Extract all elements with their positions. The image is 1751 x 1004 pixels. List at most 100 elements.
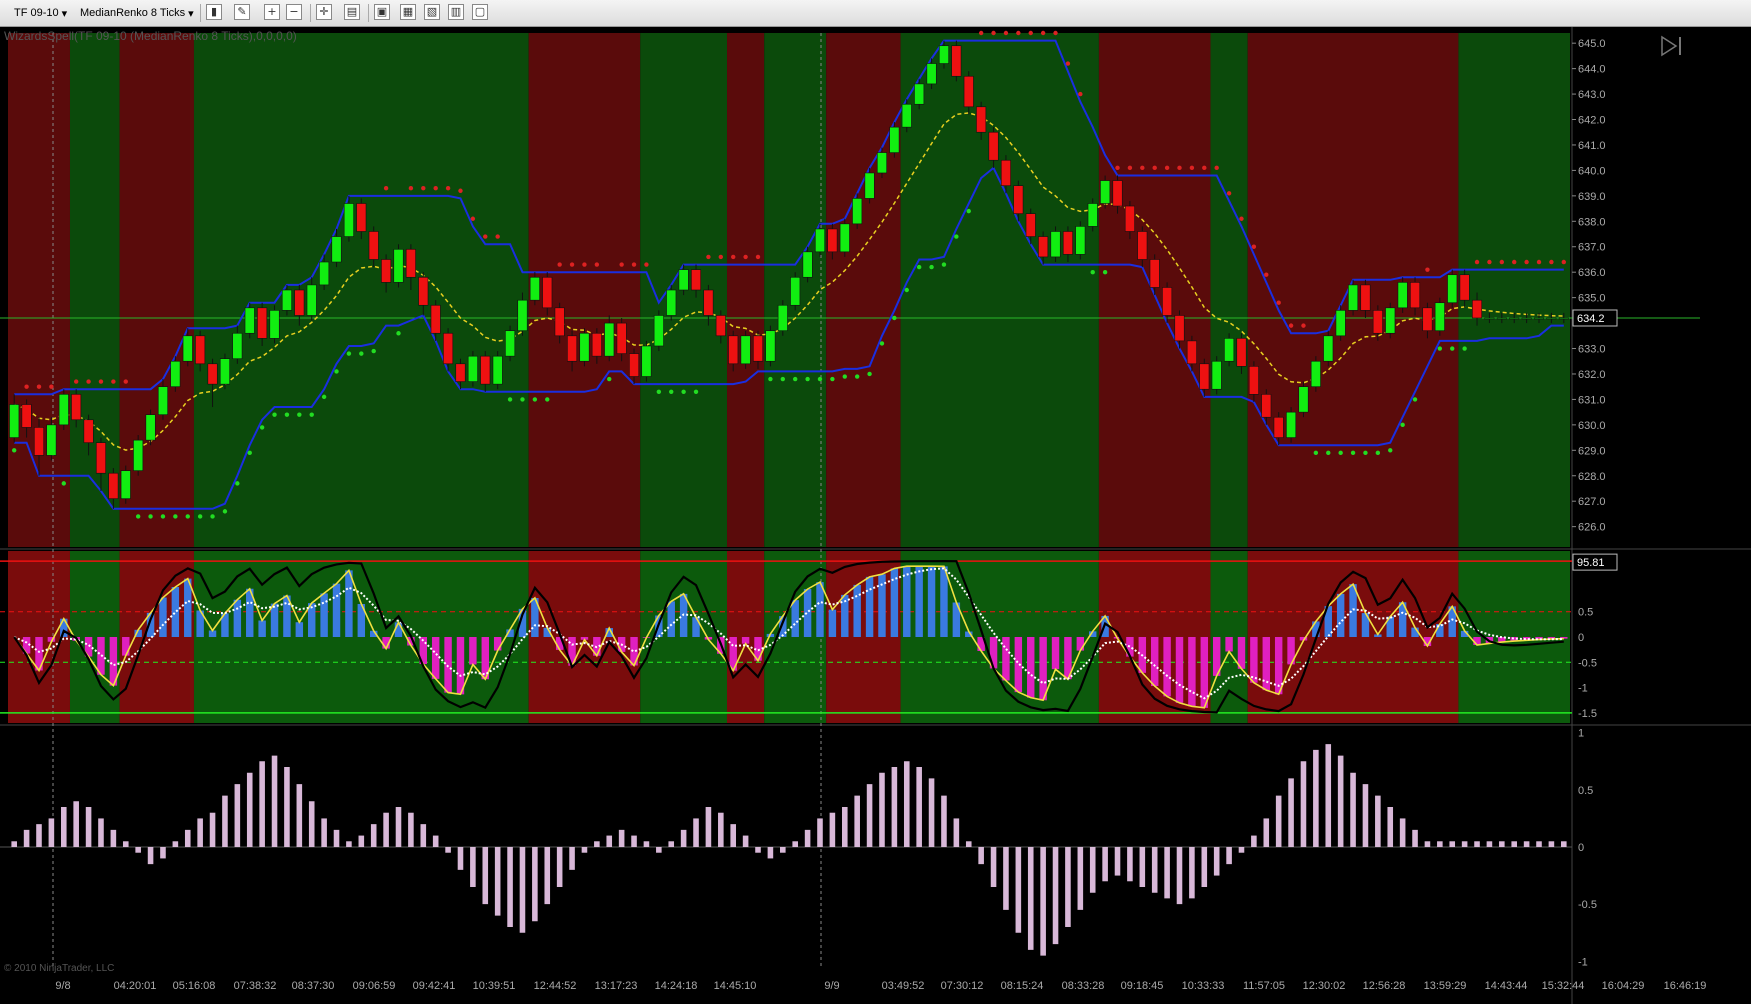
toolbar-divider xyxy=(368,4,369,22)
window-icon[interactable]: ▢ xyxy=(472,4,488,20)
crosshair-icon[interactable]: ✛ xyxy=(316,4,332,20)
candle xyxy=(170,360,181,387)
stop-dot xyxy=(1102,269,1108,275)
candle xyxy=(195,335,206,365)
candle xyxy=(381,259,392,283)
stop-dot xyxy=(892,315,897,321)
candle xyxy=(1533,317,1545,320)
candle xyxy=(666,289,677,316)
candle xyxy=(1062,231,1073,255)
candle xyxy=(182,335,193,362)
stop-dot xyxy=(73,379,79,384)
stop-dot xyxy=(1462,346,1467,351)
template-icon[interactable]: ▥ xyxy=(448,4,464,20)
strategies-icon[interactable]: ▧ xyxy=(424,4,440,20)
stop-dot xyxy=(1115,165,1120,171)
stop-dot xyxy=(1164,165,1170,171)
time-tick-label: 16:04:29 xyxy=(1602,980,1645,992)
instrument-selector[interactable]: TF 09-10 ▾ xyxy=(14,4,67,22)
stop-dot xyxy=(346,351,352,356)
hist-tick-label: 0 xyxy=(1578,842,1584,854)
toolbar-divider xyxy=(310,4,311,22)
data-box-icon[interactable]: ▣ xyxy=(374,4,390,20)
chart-canvas[interactable]: 645.0 644.0 643.0 642.0 641.0 640.0 639.0 638.0… xyxy=(0,27,1751,1004)
magnify-plus-icon[interactable]: + xyxy=(264,4,280,20)
candle xyxy=(1546,317,1557,320)
osc-tick-label: -1 xyxy=(1578,683,1588,695)
candle xyxy=(852,198,863,225)
stop-dot xyxy=(755,254,761,260)
stop-dot xyxy=(111,379,116,384)
stop-dot xyxy=(197,514,203,519)
time-tick-label: 09:18:45 xyxy=(1121,980,1164,992)
stop-dot xyxy=(458,188,463,193)
indicators-icon[interactable]: ▦ xyxy=(400,4,416,20)
candle xyxy=(244,307,255,334)
bar-type-selector[interactable]: MedianRenko 8 Ticks ▾ xyxy=(80,4,194,22)
stop-dot xyxy=(594,262,600,267)
stop-dot xyxy=(284,412,290,417)
candle xyxy=(616,322,627,354)
candle xyxy=(1124,205,1135,232)
stop-dot xyxy=(1140,165,1145,171)
candle xyxy=(740,335,751,365)
time-tick-label: 13:59:29 xyxy=(1424,980,1467,992)
candle xyxy=(1087,203,1098,227)
candle xyxy=(926,63,937,85)
magnify-minus-icon[interactable]: − xyxy=(286,4,302,20)
candle xyxy=(963,75,974,108)
stop-dot xyxy=(879,341,885,346)
candle xyxy=(1558,317,1569,320)
stop-dot xyxy=(1313,450,1319,456)
price-tick-label: 628.0 xyxy=(1578,471,1606,483)
stop-dot xyxy=(1363,450,1368,456)
osc-tick-label: -1.5 xyxy=(1578,708,1597,720)
properties-icon[interactable]: ▤ xyxy=(344,4,360,20)
zone-price-bearish xyxy=(727,33,765,547)
stop-dot xyxy=(1400,422,1405,428)
pencil-icon[interactable]: ✎ xyxy=(234,4,250,20)
stop-dot xyxy=(817,376,823,382)
candle xyxy=(951,45,962,77)
indicator-label: WizardsSpell(TF 09-10 (MedianRenko 8 Tic… xyxy=(4,29,297,43)
stop-dot xyxy=(259,425,265,430)
stop-dot xyxy=(1053,30,1058,36)
stop-dot xyxy=(1425,267,1430,272)
price-tick-label: 639.0 xyxy=(1578,191,1606,203)
candle xyxy=(71,394,82,421)
time-tick-label: 12:56:28 xyxy=(1363,980,1406,992)
stop-dot xyxy=(1264,272,1269,277)
stop-dot xyxy=(36,384,42,389)
candle xyxy=(1025,213,1036,237)
candle xyxy=(1286,411,1297,438)
stop-dot xyxy=(1536,259,1542,265)
candle xyxy=(629,353,640,377)
candle xyxy=(1410,282,1421,309)
stop-dot xyxy=(792,376,798,382)
stop-dot xyxy=(954,234,959,239)
stop-dot xyxy=(483,234,488,239)
stop-dot xyxy=(631,262,637,267)
stop-dot xyxy=(1549,259,1554,265)
candle xyxy=(257,307,268,339)
candle xyxy=(591,332,602,357)
price-tick-label: 638.0 xyxy=(1578,216,1606,228)
candle xyxy=(1000,159,1011,186)
stop-dot xyxy=(160,514,166,519)
time-tick-label: 08:15:24 xyxy=(1001,980,1044,992)
osc-value-label: 95.81 xyxy=(1577,557,1605,569)
candle xyxy=(517,299,528,332)
candle xyxy=(1149,259,1160,288)
candle xyxy=(443,332,454,365)
stop-dot xyxy=(532,397,538,402)
stop-dot xyxy=(619,262,624,267)
chart-style-icon[interactable]: ▮ xyxy=(206,4,222,20)
time-tick-label: 09:42:41 xyxy=(413,980,456,992)
stop-dot xyxy=(780,376,786,382)
candle xyxy=(1348,284,1359,311)
stop-dot xyxy=(1512,259,1517,265)
stop-dot xyxy=(1437,346,1443,351)
candle xyxy=(1397,282,1408,309)
stop-dot xyxy=(916,264,922,270)
toolbar-divider xyxy=(200,4,201,22)
